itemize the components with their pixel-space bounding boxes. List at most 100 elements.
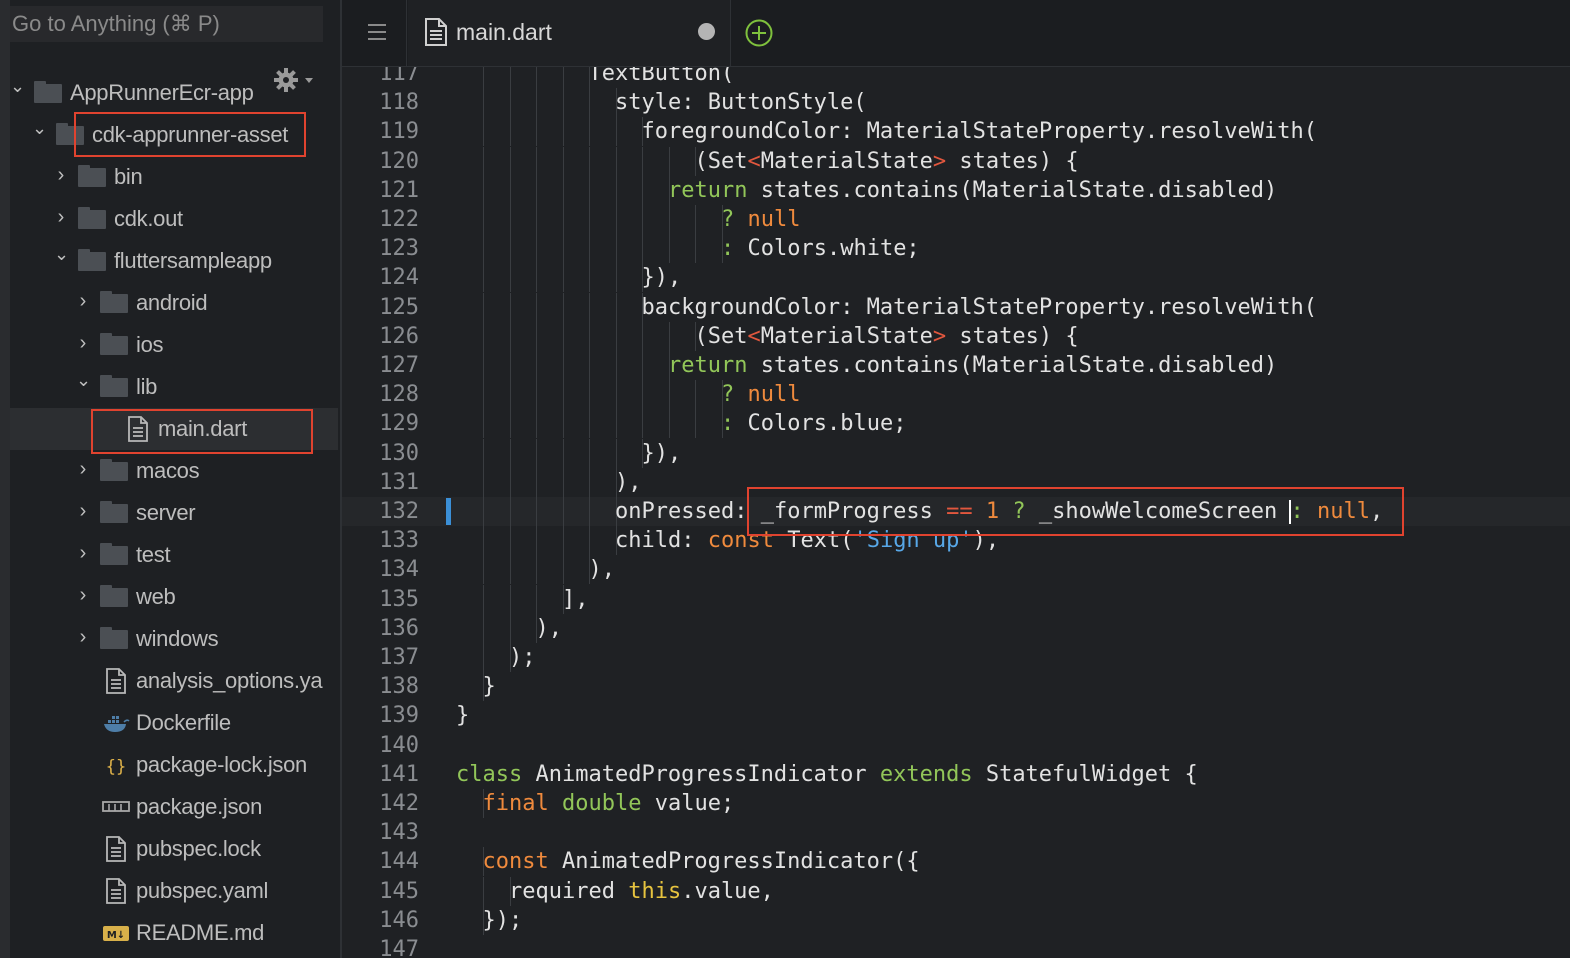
tree-item-readme-md[interactable]: M↓ README.md: [10, 912, 338, 954]
chevron-right-icon[interactable]: ›: [76, 501, 90, 521]
code-line[interactable]: 138}: [342, 672, 1570, 702]
chevron-right-icon[interactable]: ›: [76, 585, 90, 605]
code-line[interactable]: 120 (Set<MaterialState> states) {: [342, 146, 1570, 176]
chevron-right-icon[interactable]: ›: [76, 291, 90, 311]
tree-item-cdk-out[interactable]: › cdk.out: [10, 198, 338, 240]
code-line[interactable]: 141 class AnimatedProgressIndicator exten…: [342, 760, 1570, 789]
code-line[interactable]: 139}: [342, 701, 1570, 730]
code-line[interactable]: 142 final double value;: [342, 789, 1570, 818]
code-editor[interactable]: 117 TextButton(118 style: ButtonStyle(119 f…: [342, 67, 1570, 958]
code-token: double: [561, 791, 642, 816]
unsaved-indicator-icon[interactable]: [698, 23, 715, 40]
chevron-right-icon[interactable]: ›: [76, 333, 90, 353]
code-token: states) {: [946, 148, 1079, 174]
code-text: return states.contains(MaterialState.dis…: [668, 176, 1277, 205]
code-line[interactable]: 122? null: [342, 205, 1570, 234]
tree-item-android[interactable]: › android: [10, 282, 338, 324]
chevron-right-icon[interactable]: ›: [54, 165, 68, 185]
code-line[interactable]: 125 backgroundColor: MaterialStatePropert…: [342, 292, 1570, 322]
indent-guide: [589, 526, 590, 556]
code-token: :: [681, 528, 708, 554]
code-line[interactable]: 146});: [342, 905, 1570, 935]
code-line[interactable]: 123: Colors.white;: [342, 234, 1570, 264]
code-token: backgroundColor: [641, 294, 841, 320]
indent-guide: [483, 292, 484, 322]
code-line[interactable]: 126 (Set<MaterialState> states) {: [342, 321, 1570, 351]
indent-guide: [536, 321, 537, 351]
code-token: StatefulWidget {: [972, 761, 1198, 787]
tree-item-pubspec-lock[interactable]: pubspec.lock: [10, 828, 338, 870]
sidebar-edge: [0, 0, 10, 958]
chevron-down-icon[interactable]: ⌄: [76, 371, 91, 389]
chevron-right-icon[interactable]: ›: [54, 207, 68, 227]
code-token: <: [747, 323, 761, 349]
code-token: null: [747, 382, 801, 408]
code-line[interactable]: 129: Colors.blue;: [342, 409, 1570, 439]
code-line[interactable]: 147: [342, 935, 1570, 958]
code-line[interactable]: 134),: [342, 555, 1570, 585]
tree-item-macos[interactable]: › macos: [10, 450, 338, 492]
indent-guide: [483, 409, 484, 439]
chevron-right-icon[interactable]: ›: [76, 627, 90, 647]
tree-item-bin[interactable]: › bin: [10, 156, 338, 198]
tree-item-dockerfile[interactable]: Dockerfile: [10, 702, 338, 744]
code-line[interactable]: 144 const AnimatedProgressIndicator({: [342, 847, 1570, 877]
code-line[interactable]: 145 required this.value,: [342, 876, 1570, 906]
code-line[interactable]: 137);: [342, 643, 1570, 672]
tree-item-fluttersampleapp[interactable]: ⌄ fluttersampleapp: [10, 240, 338, 282]
code-token: ),: [588, 557, 616, 583]
chevron-down-icon[interactable]: ⌄: [54, 245, 69, 263]
tree-item-apprunnerecr-app[interactable]: ⌄ AppRunnerEcr-app: [10, 72, 338, 114]
indent-guide: [615, 321, 617, 351]
code-text: final double value;: [483, 789, 735, 818]
code-line[interactable]: 124}),: [342, 263, 1570, 293]
tree-item-analysis-options-ya[interactable]: analysis_options.ya: [10, 660, 338, 702]
code-text: return states.contains(MaterialState.dis…: [668, 351, 1277, 380]
folder-icon: [78, 249, 106, 271]
chevron-right-icon[interactable]: ›: [76, 459, 90, 479]
code-line[interactable]: 127 return states.contains(MaterialState.…: [342, 351, 1570, 380]
tab-main-dart[interactable]: main.dart: [408, 0, 731, 66]
code-line[interactable]: 135],: [342, 584, 1570, 614]
tree-item-server[interactable]: › server: [10, 492, 338, 534]
menu-icon[interactable]: [342, 0, 407, 66]
indent-guide: [589, 263, 590, 293]
indent-guide: [642, 409, 643, 439]
code-line[interactable]: 130}),: [342, 438, 1570, 468]
tree-item-web[interactable]: › web: [10, 576, 338, 618]
chevron-right-icon[interactable]: ›: [76, 543, 90, 563]
chevron-down-icon[interactable]: ⌄: [32, 119, 47, 137]
tree-item-package-lock-json[interactable]: {} package-lock.json: [10, 744, 338, 786]
code-line[interactable]: 128? null: [342, 380, 1570, 410]
chevron-down-icon[interactable]: ⌄: [10, 77, 25, 95]
indent-guide: [483, 351, 484, 380]
go-to-anything-input[interactable]: Go to Anything (⌘ P): [10, 6, 323, 42]
code-token: foregroundColor: [641, 119, 841, 145]
code-text: );: [509, 643, 536, 672]
code-line[interactable]: 121 return states.contains(MaterialState.…: [342, 175, 1570, 205]
tree-item-windows[interactable]: › windows: [10, 618, 338, 660]
code-line[interactable]: 140: [342, 731, 1570, 760]
tree-item-pubspec-yaml[interactable]: pubspec.yaml: [10, 870, 338, 912]
code-line[interactable]: 119 foregroundColor: MaterialStatePropert…: [342, 117, 1570, 147]
code-text: : Colors.white;: [721, 234, 920, 263]
indent-guide: [509, 584, 511, 614]
indent-guide: [509, 526, 511, 556]
add-tab-icon[interactable]: [744, 18, 774, 48]
tree-item-ios[interactable]: › ios: [10, 324, 338, 366]
code-line[interactable]: 143: [342, 818, 1570, 847]
tree-item-label: android: [136, 290, 208, 315]
tree-item-package-json[interactable]: package.json: [10, 786, 338, 828]
code-line[interactable]: 118 style: ButtonStyle(: [342, 88, 1570, 118]
tree-item-lib[interactable]: ⌄ lib: [10, 366, 338, 408]
indent-guide: [536, 555, 537, 585]
code-text: backgroundColor: MaterialStateProperty.r…: [642, 293, 1318, 322]
code-line[interactable]: 117 TextButton(: [342, 67, 1570, 88]
tree-item-test[interactable]: › test: [10, 534, 338, 576]
code-line[interactable]: 136),: [342, 613, 1570, 643]
code-token: <: [747, 148, 761, 174]
indent-guide: [562, 409, 564, 439]
tree-item-label: lib: [136, 374, 158, 399]
indent-guide: [483, 497, 484, 526]
